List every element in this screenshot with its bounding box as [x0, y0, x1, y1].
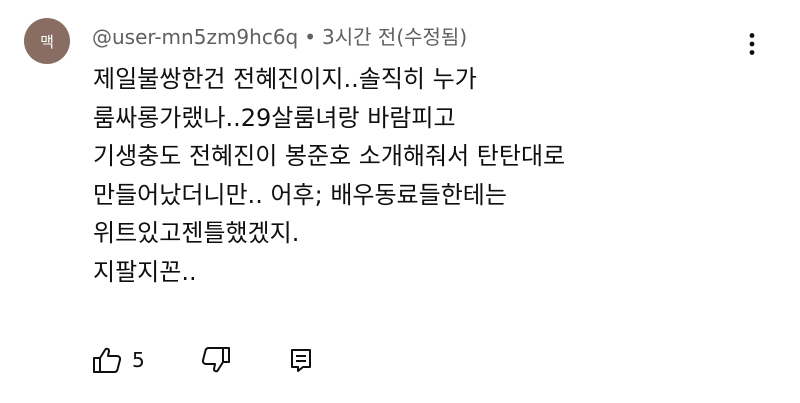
- dislike-button[interactable]: [201, 346, 231, 374]
- comment-line: 위트있고젠틀했겠지.: [93, 219, 300, 247]
- avatar[interactable]: 맥: [24, 18, 70, 64]
- more-vertical-icon: [749, 33, 755, 55]
- like-count: 5: [132, 348, 145, 372]
- comment-thread: 맥 @user-mn5zm9hc6q • 3시간 전(수정됨) 제일불쌍한건 전혜진…: [0, 0, 800, 403]
- comment-line: 룸싸롱가랬나..29살룸녀랑 바람피고: [93, 103, 456, 132]
- reply-button[interactable]: [289, 347, 313, 373]
- reply-comment-icon: [290, 349, 311, 372]
- comment-menu-button[interactable]: [740, 26, 764, 62]
- author-handle[interactable]: @user-mn5zm9hc6q: [92, 25, 298, 49]
- comment-line: 제일불쌍한건 전혜진이지..솔직히 누가: [93, 65, 477, 93]
- like-button[interactable]: 5: [92, 346, 145, 374]
- comment-timestamp[interactable]: 3시간 전(수정됨): [322, 25, 467, 49]
- header-separator: •: [304, 25, 317, 49]
- comment-body: 제일불쌍한건 전혜진이지..솔직히 누가 룸싸롱가랬나..29살룸녀랑 바람피고…: [93, 60, 733, 291]
- avatar-initial: 맥: [40, 32, 54, 51]
- thumbs-up-icon: [93, 347, 122, 373]
- comment-actions: 5: [92, 342, 313, 378]
- comment-line: 기생충도 전혜진이 봉준호 소개해줘서 탄탄대로: [93, 142, 566, 170]
- thumbs-down-icon: [201, 347, 230, 373]
- comment-line: 만들어났더니만.. 어후; 배우동료들한테는: [93, 180, 507, 209]
- comment-header: @user-mn5zm9hc6q • 3시간 전(수정됨): [92, 23, 467, 51]
- comment-line: 지팔지꼰..: [93, 257, 197, 286]
